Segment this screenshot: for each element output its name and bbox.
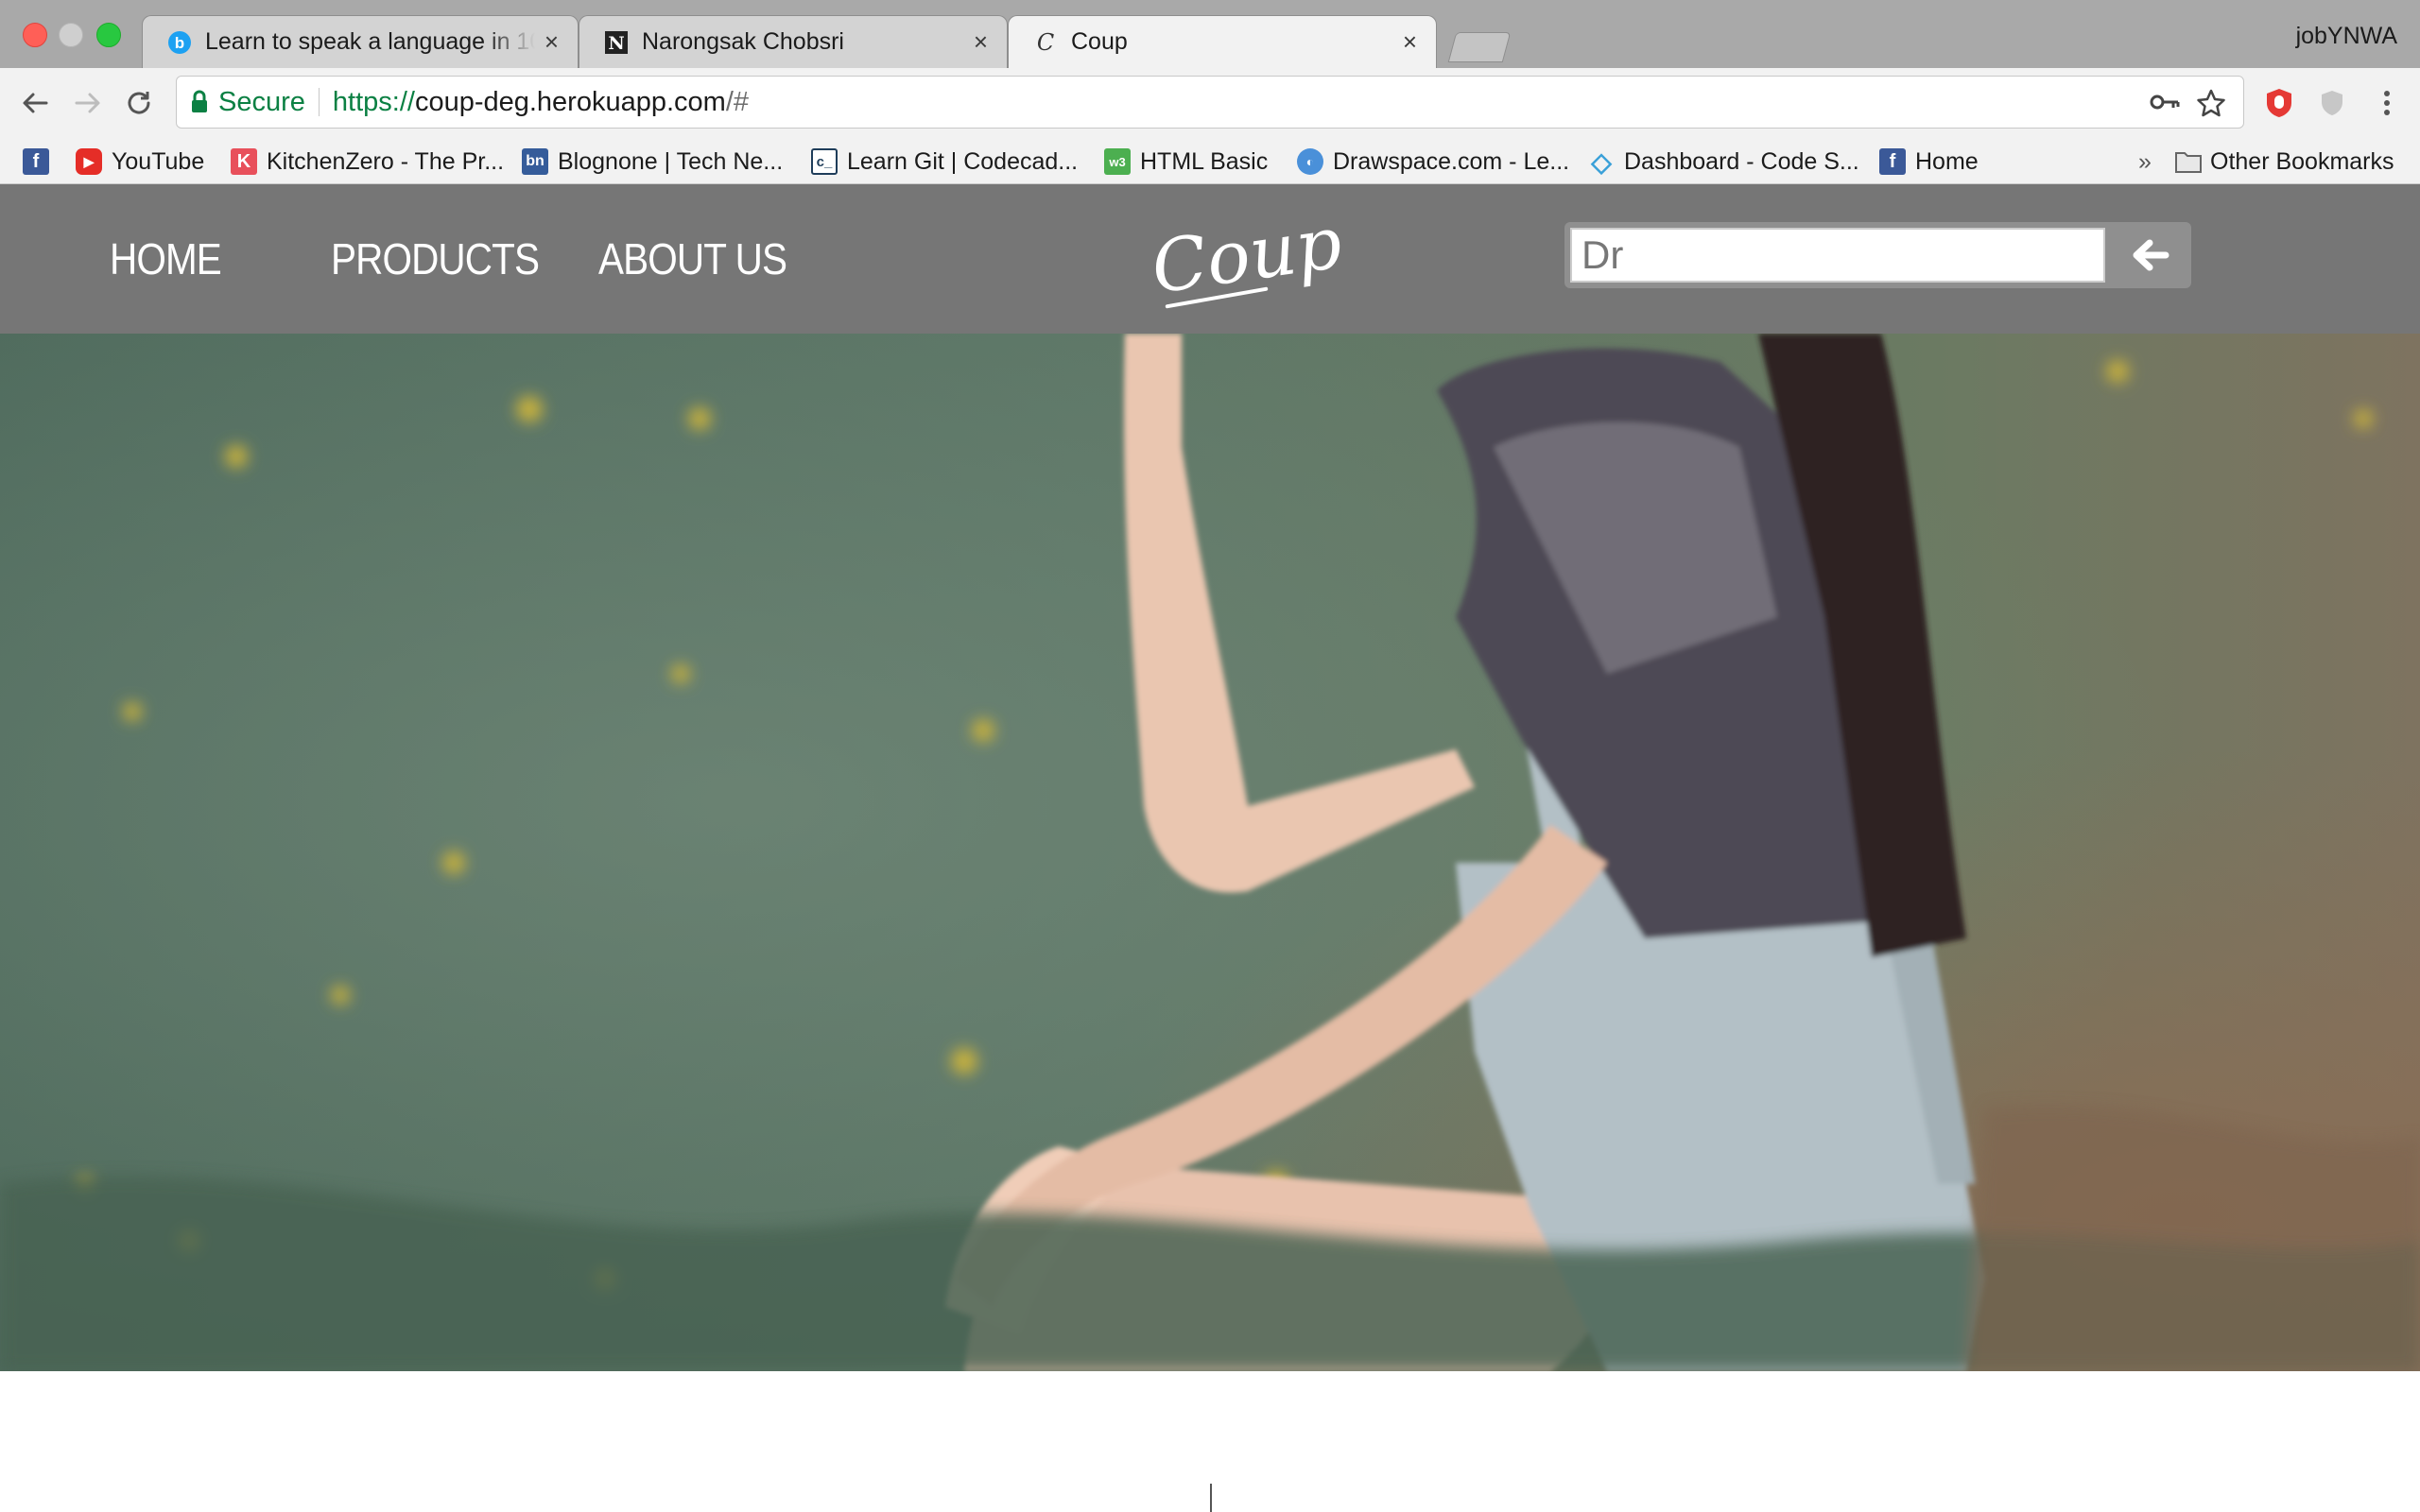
- back-button[interactable]: [13, 81, 57, 125]
- bookmark-facebook[interactable]: f: [23, 146, 59, 178]
- blognone-icon: bn: [522, 148, 548, 175]
- bookmark-codeschool[interactable]: ◇ Dashboard - Code S...: [1588, 146, 1859, 178]
- codeschool-icon: ◇: [1591, 146, 1612, 177]
- search-box: [1564, 222, 2191, 288]
- browser-toolbar: Secure https://coup-deg.herokuapp.com/#: [0, 68, 2420, 140]
- reload-icon: [128, 92, 150, 114]
- bookmark-label: Dashboard - Code S...: [1624, 147, 1859, 175]
- tab-close-icon[interactable]: ×: [544, 27, 559, 57]
- nav-home-link[interactable]: HOME: [110, 233, 222, 284]
- minimize-window-button[interactable]: [59, 23, 83, 47]
- bookmark-kitchenzero[interactable]: K KitchenZero - The Pr...: [231, 146, 504, 178]
- lock-icon: [192, 90, 207, 112]
- url-path: /#: [725, 86, 750, 117]
- w3schools-icon: w3: [1104, 148, 1131, 175]
- bookmarks-overflow-button[interactable]: »: [2138, 146, 2152, 178]
- kitchenzero-icon: K: [231, 148, 257, 175]
- site-navbar: HOME PRODUCTS ABOUT US Coup: [0, 184, 2420, 334]
- ublock-icon: [2267, 89, 2291, 117]
- kebab-menu-icon: [2384, 91, 2390, 115]
- tab-close-icon[interactable]: ×: [974, 27, 988, 57]
- star-bookmark-icon[interactable]: [2196, 88, 2226, 118]
- bookmark-html-basic[interactable]: w3 HTML Basic: [1104, 146, 1268, 178]
- shield-icon: [2322, 91, 2342, 115]
- bookmark-youtube[interactable]: ▶ YouTube: [76, 146, 204, 178]
- bookmark-label: HTML Basic: [1140, 147, 1269, 175]
- facebook-icon: f: [1879, 148, 1906, 175]
- tab-coup[interactable]: C Coup ×: [1008, 15, 1437, 68]
- address-bar[interactable]: Secure https://coup-deg.herokuapp.com/#: [176, 76, 2244, 129]
- n-logo-icon: N: [604, 30, 629, 55]
- zoom-window-button[interactable]: [96, 23, 121, 47]
- nav-products-link[interactable]: PRODUCTS: [331, 233, 540, 284]
- url-host: coup-deg.herokuapp.com: [414, 86, 726, 117]
- bookmark-drawspace[interactable]: ◐ Drawspace.com - Le...: [1297, 146, 1569, 178]
- bookmark-label: YouTube: [112, 147, 205, 175]
- facebook-icon: f: [23, 148, 49, 175]
- nav-about-link[interactable]: ABOUT US: [598, 233, 787, 284]
- bookmark-label: Blognone | Tech Ne...: [558, 147, 784, 175]
- bookmark-label: KitchenZero - The Pr...: [267, 147, 505, 175]
- youtube-icon: ▶: [76, 148, 102, 175]
- reload-button[interactable]: [117, 81, 161, 125]
- search-input[interactable]: [1570, 228, 2105, 283]
- tab-title: Learn to speak a language in 10 minutes: [205, 28, 535, 55]
- tab-narongsak[interactable]: N Narongsak Chobsri ×: [579, 15, 1008, 68]
- bookmark-label: Drawspace.com - Le...: [1333, 147, 1570, 175]
- search-submit-button[interactable]: [2117, 228, 2185, 283]
- profile-name[interactable]: jobYNWA: [2296, 23, 2397, 50]
- other-bookmarks-folder[interactable]: Other Bookmarks: [2174, 146, 2394, 178]
- bookmark-label: Learn Git | Codecad...: [847, 147, 1079, 175]
- browser-tab-strip: b Learn to speak a language in 10 minute…: [0, 0, 2420, 68]
- tab-learn-language[interactable]: b Learn to speak a language in 10 minute…: [142, 15, 579, 68]
- browser-menu-button[interactable]: [2365, 81, 2409, 125]
- svg-text:N: N: [608, 33, 624, 54]
- url-scheme: https://: [332, 86, 415, 117]
- new-tab-button[interactable]: [1447, 32, 1512, 62]
- bookmark-blognone[interactable]: bn Blognone | Tech Ne...: [522, 146, 783, 178]
- ublock-extension-button[interactable]: [2257, 81, 2301, 125]
- other-bookmarks-label: Other Bookmarks: [2210, 147, 2394, 175]
- folder-icon: [2175, 152, 2202, 173]
- arrow-forward-icon: [75, 93, 100, 113]
- address-divider: [318, 88, 320, 116]
- tab-close-icon[interactable]: ×: [1403, 27, 1417, 57]
- codecademy-icon: c_: [811, 148, 838, 175]
- bookmark-label: Home: [1915, 147, 1979, 175]
- svg-text:b: b: [175, 34, 184, 52]
- bookmarks-bar: f ▶ YouTube K KitchenZero - The Pr... bn…: [0, 140, 2420, 184]
- tab-title: Coup: [1071, 28, 1128, 55]
- close-window-button[interactable]: [23, 23, 47, 47]
- arrow-left-icon: [2133, 239, 2169, 271]
- key-icon[interactable]: [2149, 88, 2181, 116]
- forward-button[interactable]: [66, 81, 110, 125]
- arrow-back-icon: [23, 93, 48, 113]
- bookmark-home[interactable]: f Home: [1879, 146, 1979, 178]
- drawspace-icon: ◐: [1297, 148, 1323, 175]
- shield-extension-button[interactable]: [2310, 81, 2354, 125]
- text-cursor: [1210, 1484, 1212, 1512]
- tab-title: Narongsak Chobsri: [642, 28, 844, 55]
- bookmark-codecademy[interactable]: c_ Learn Git | Codecad...: [811, 146, 1078, 178]
- b-circle-icon: b: [167, 30, 192, 55]
- secure-label: Secure: [218, 86, 305, 117]
- coup-c-icon: C: [1036, 28, 1055, 56]
- hero-image: [0, 334, 2420, 1371]
